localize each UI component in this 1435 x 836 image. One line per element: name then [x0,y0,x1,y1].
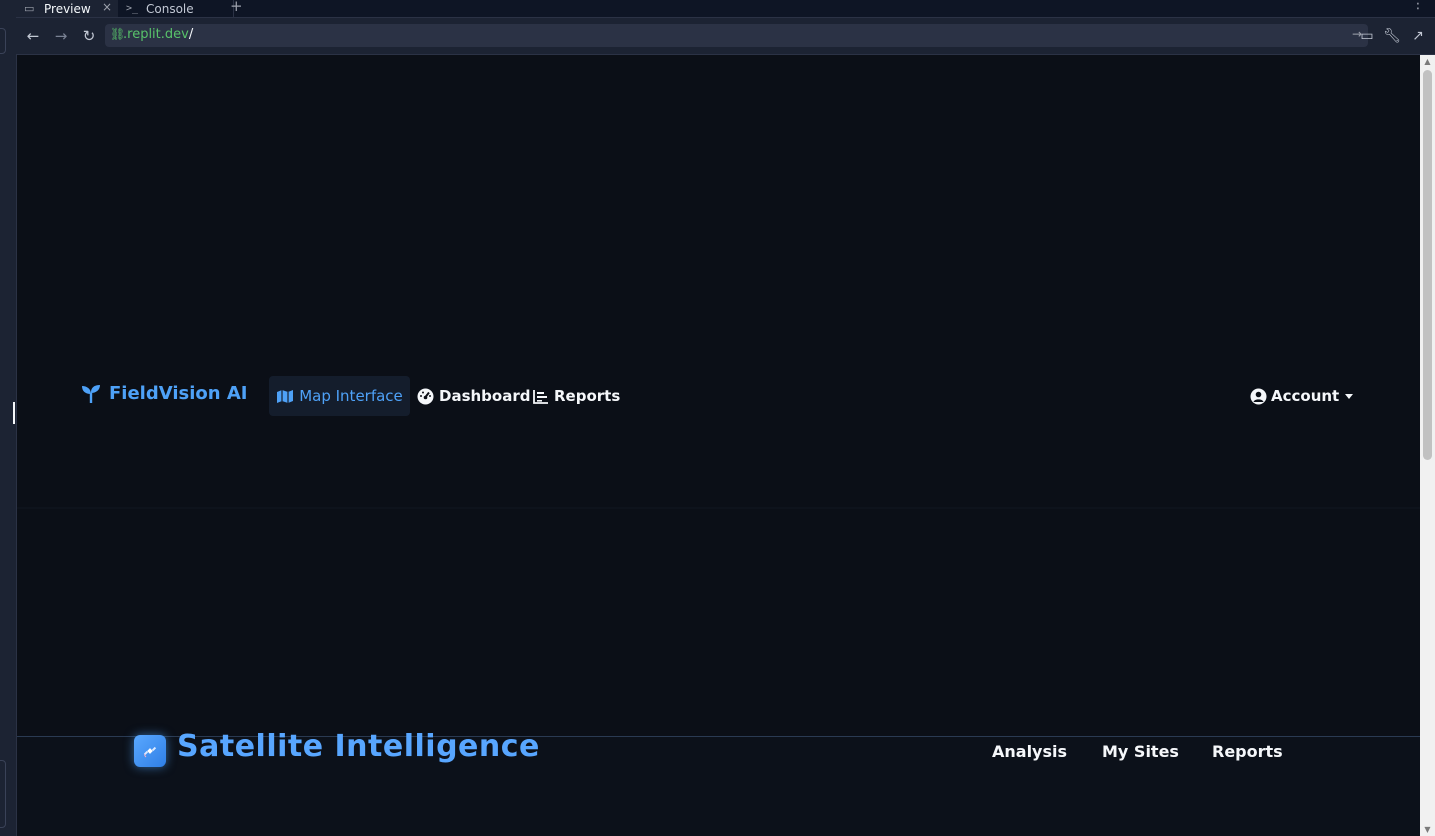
more-menu-icon[interactable]: ⋮ [1411,0,1425,12]
brand-logo[interactable]: FieldVision AI [81,383,247,404]
tab-console[interactable]: >_ Console [118,0,234,17]
sub-nav-analysis[interactable]: Analysis [992,742,1067,761]
nav-label: Dashboard [439,387,531,405]
scroll-down-arrow-icon[interactable]: ▼ [1423,825,1432,834]
sub-nav-reports[interactable]: Reports [1212,742,1283,761]
text-cursor [13,402,15,424]
sub-nav-my-sites[interactable]: My Sites [1102,742,1179,761]
devtools-wrench-icon[interactable]: 🔧︎ [1382,26,1402,46]
satellite-logo[interactable] [134,735,166,767]
tab-label: Preview [44,1,91,16]
terminal-icon: >_ [126,2,139,14]
account-label: Account [1271,387,1340,405]
chevron-down-icon [1345,393,1354,399]
tab-preview[interactable]: ▭ Preview × [16,0,118,17]
satellite-icon [143,746,157,758]
url-path: / [188,27,194,42]
close-icon[interactable]: × [102,0,112,14]
nav-label: Map Interface [299,387,403,405]
sidebar-handle-bottom[interactable] [0,760,6,828]
account-dropdown[interactable]: Account [1250,376,1354,416]
nav-label: Reports [554,387,621,405]
section-divider [17,507,1420,509]
nav-map-interface[interactable]: Map Interface [269,376,410,416]
new-tab-button[interactable]: + [230,0,243,15]
back-arrow-icon[interactable]: ← [23,26,43,46]
preview-address-bar: ← → ↻ ⛓ .replit.dev/ → ▭ 🔧︎ ↗ [16,18,1435,55]
scrollbar-thumb[interactable] [1423,70,1432,460]
forward-arrow-icon[interactable]: → [51,26,71,46]
url-domain: .replit.dev [123,27,189,42]
scroll-up-arrow-icon[interactable]: ▲ [1423,57,1432,66]
tab-label: Console [146,1,194,16]
open-external-icon[interactable]: ↗ [1408,26,1428,46]
ide-tab-bar: ▭ Preview × >_ Console + ⋮ [16,0,1435,18]
monitor-icon: ▭ [24,1,35,15]
nav-reports[interactable]: Reports [533,376,620,416]
url-text: .replit.dev/ [123,27,193,42]
user-circle-icon [1250,388,1267,404]
bar-chart-icon [533,389,548,404]
url-field[interactable]: ⛓ .replit.dev/ → [105,24,1368,47]
ide-sidebar-gutter [0,0,17,836]
map-icon [277,389,294,403]
seedling-icon [82,384,100,403]
satellite-title[interactable]: Satellite Intelligence [177,729,540,764]
brand-name: FieldVision AI [109,383,248,404]
sidebar-handle[interactable] [0,28,6,54]
nav-dashboard[interactable]: Dashboard [417,376,530,416]
device-preview-icon[interactable]: ▭ [1357,26,1377,46]
app-viewport: FieldVision AI Map Interface Dashboard R… [17,55,1420,836]
gauge-icon [417,388,434,404]
reload-icon[interactable]: ↻ [79,26,99,46]
